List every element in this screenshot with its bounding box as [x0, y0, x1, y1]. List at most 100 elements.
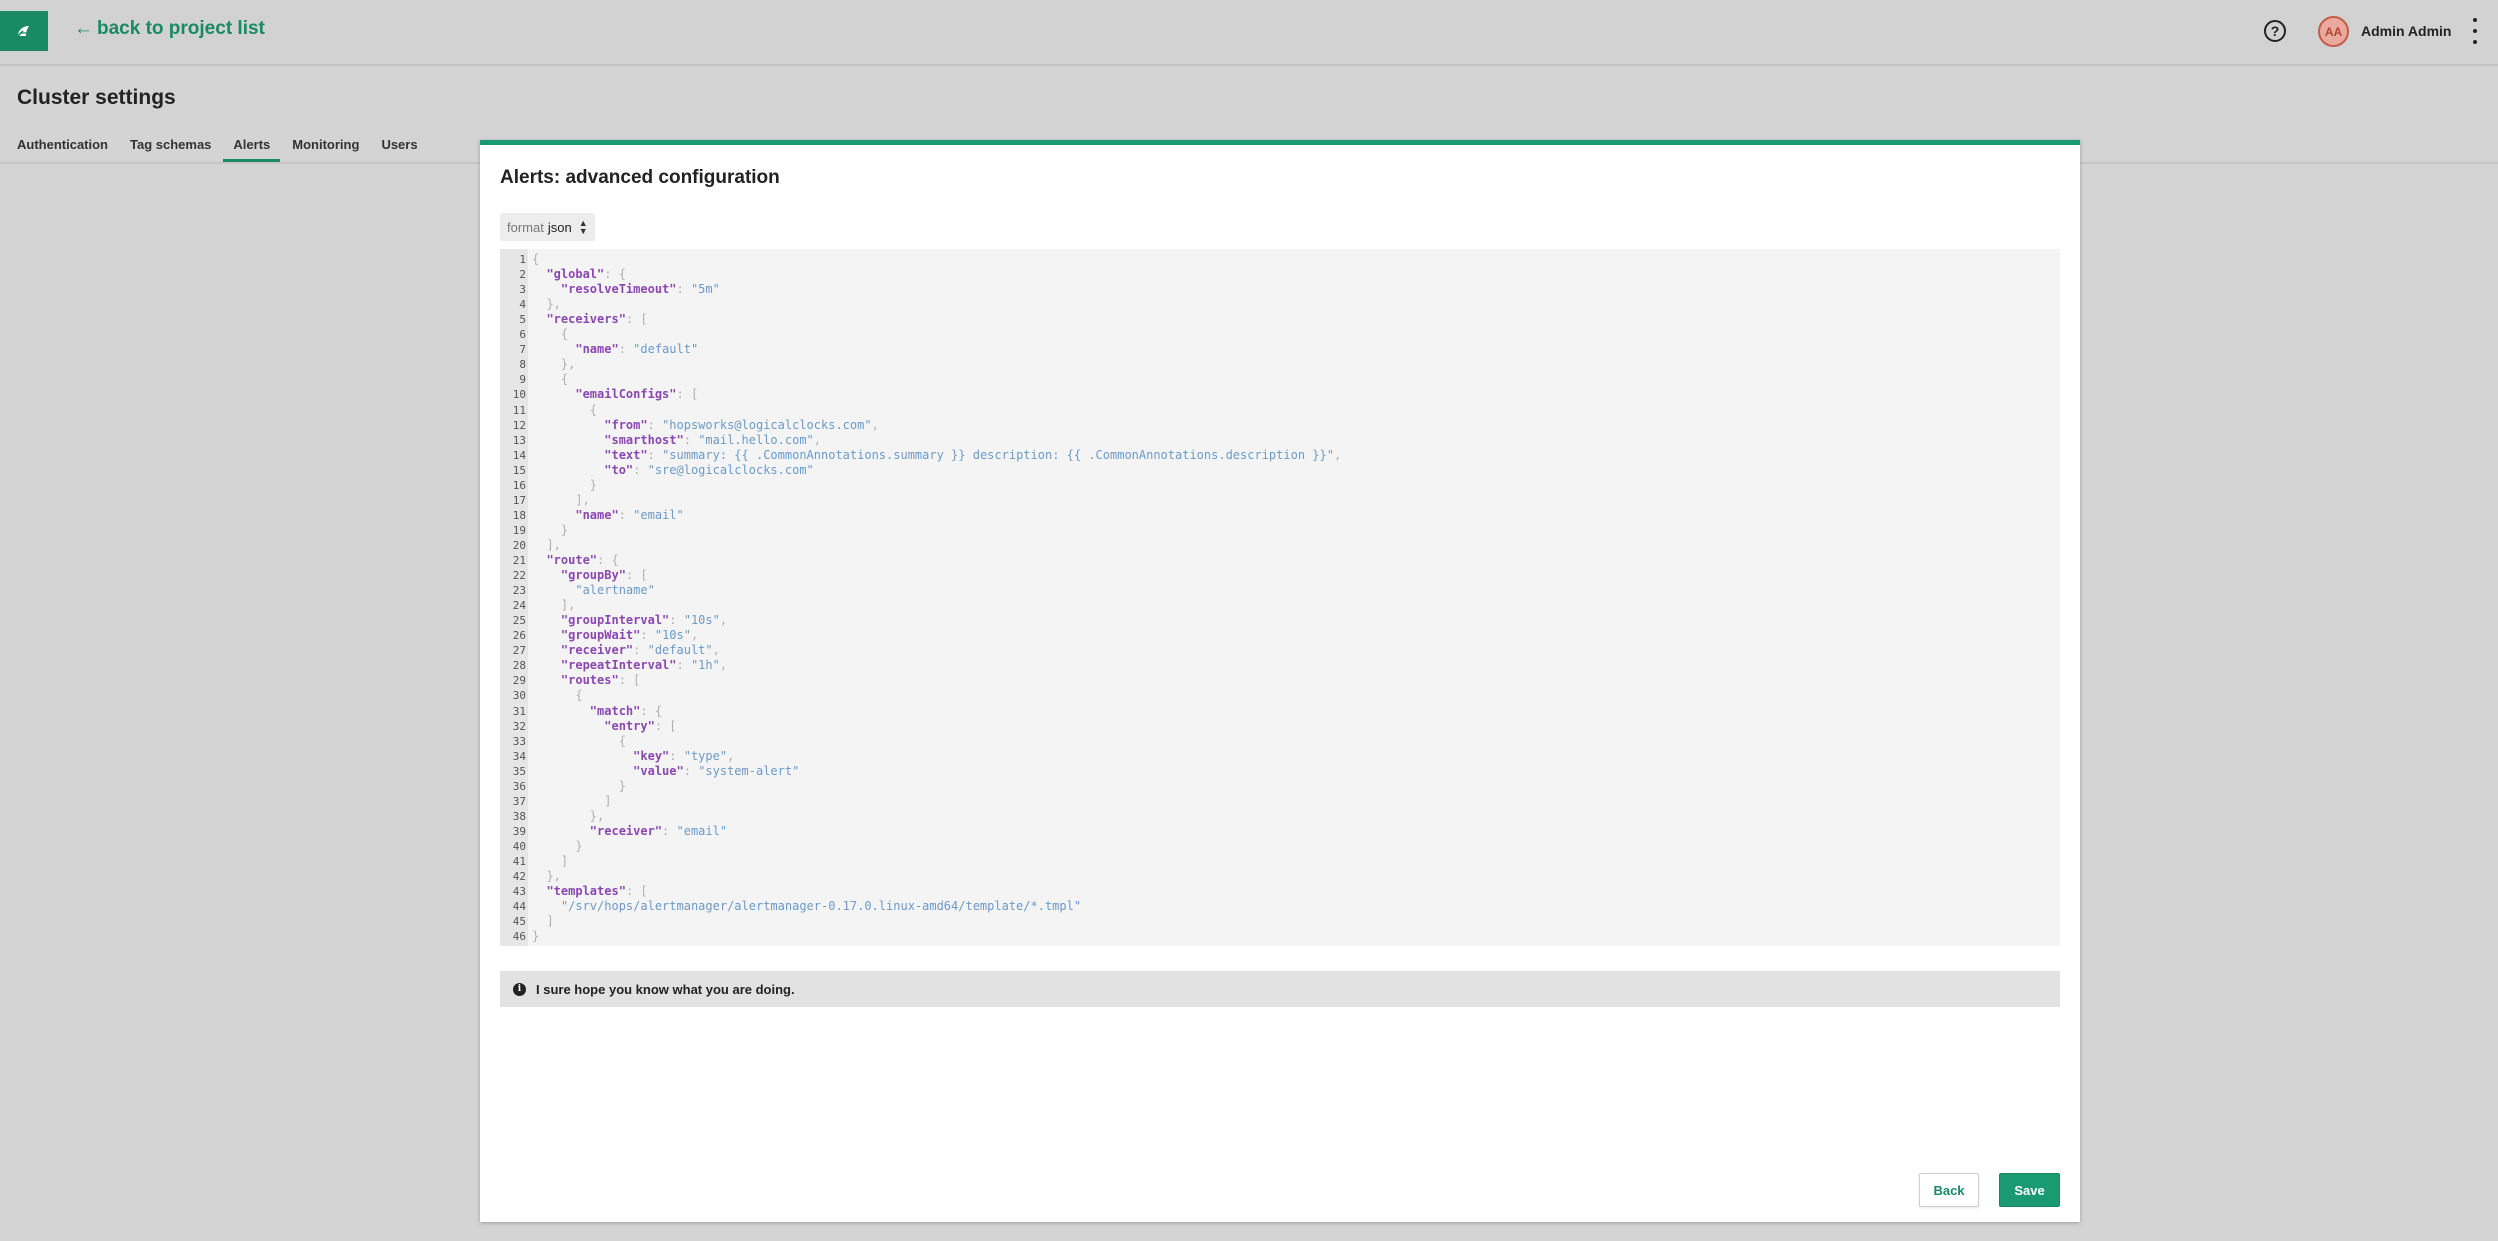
line-code: },	[589, 808, 605, 823]
line-code: "value": "system-alert"	[633, 763, 800, 778]
line-code: }	[532, 929, 540, 944]
line-code: "entry": [	[604, 718, 677, 733]
line-code: "global": {	[546, 267, 626, 282]
code-line: 27 "receiver": "default",	[500, 643, 720, 658]
more-vertical-icon[interactable]	[2472, 18, 2478, 44]
avatar[interactable]: AA	[2318, 16, 2349, 47]
settings-tabs: Authentication Tag schemas Alerts Monito…	[17, 134, 440, 162]
code-line: 26 "groupWait": "10s",	[500, 628, 698, 643]
line-code: ]	[604, 793, 612, 808]
code-line: 12 "from": "hopsworks@logicalclocks.com"…	[500, 418, 879, 433]
line-code: "groupBy": [	[560, 568, 648, 583]
line-code: {	[560, 327, 569, 342]
code-line: 10 "emailConfigs": [	[500, 387, 698, 402]
line-code: "groupWait": "10s",	[560, 628, 699, 643]
code-line: 18 "name": "email"	[500, 508, 684, 523]
line-number: 17	[512, 493, 526, 507]
code-line: 29 "routes": [	[500, 673, 641, 688]
notice-text: I sure hope you know what you are doing.	[536, 981, 795, 997]
code-line: 13 "smarthost": "mail.hello.com",	[500, 433, 821, 448]
line-code: {	[589, 402, 598, 417]
code-line: 37 ]	[500, 794, 612, 809]
code-line: 17 ],	[500, 493, 590, 508]
code-line: 16 }	[500, 478, 597, 493]
line-number: 9	[519, 373, 526, 387]
tab-users[interactable]: Users	[381, 134, 417, 162]
help-icon[interactable]: ?	[2264, 20, 2286, 42]
tab-authentication[interactable]: Authentication	[17, 134, 108, 162]
line-number: 42	[512, 870, 526, 884]
code-line: 32 "entry": [	[500, 719, 677, 734]
code-line: 24 ],	[500, 598, 576, 613]
line-code: {	[532, 252, 540, 266]
line-code: }	[575, 838, 583, 853]
code-line: 28 "repeatInterval": "1h",	[500, 658, 727, 673]
back-to-project-list-link[interactable]: ← back to project list	[74, 18, 265, 40]
code-line: 14 "text": "summary: {{ .CommonAnnotatio…	[500, 448, 1341, 463]
line-number: 38	[512, 809, 526, 823]
tab-monitoring[interactable]: Monitoring	[292, 134, 359, 162]
line-code: }	[618, 778, 626, 793]
line-code: "alertname"	[575, 583, 655, 598]
code-line: 41 ]	[500, 854, 568, 869]
line-number: 12	[512, 418, 526, 432]
line-code: "receiver": "email"	[589, 823, 728, 838]
line-code: "smarthost": "mail.hello.com",	[604, 432, 822, 447]
line-number: 40	[512, 839, 526, 853]
format-value: json	[547, 219, 572, 235]
line-number: 22	[512, 569, 526, 583]
line-code: "route": {	[546, 553, 619, 567]
line-code: "from": "hopsworks@logicalclocks.com",	[604, 417, 879, 432]
line-number: 7	[519, 343, 526, 357]
code-line: 35 "value": "system-alert"	[500, 764, 800, 779]
line-number: 18	[512, 508, 526, 522]
save-button[interactable]: Save	[1999, 1173, 2060, 1207]
tab-tag-schemas[interactable]: Tag schemas	[130, 134, 211, 162]
code-line: 34 "key": "type",	[500, 749, 735, 764]
line-number: 11	[512, 403, 526, 417]
code-line: 1{	[500, 252, 539, 267]
line-number: 6	[519, 328, 526, 342]
line-number: 30	[512, 689, 526, 703]
code-line: 33 {	[500, 734, 626, 749]
line-code: "/srv/hops/alertmanager/alertmanager-0.1…	[560, 899, 1082, 914]
user-name[interactable]: Admin Admin	[2361, 23, 2451, 39]
line-code: "name": "default"	[575, 342, 699, 357]
top-bar: ← back to project list ? AA Admin Admin	[0, 0, 2498, 66]
line-number: 33	[512, 734, 526, 748]
line-number: 36	[512, 779, 526, 793]
line-number: 31	[512, 704, 526, 718]
line-number: 1	[519, 253, 526, 266]
line-number: 23	[512, 584, 526, 598]
code-line: 21 "route": {	[500, 553, 619, 568]
line-code: },	[560, 357, 576, 372]
format-select[interactable]: format json ▲ ▼	[500, 213, 595, 241]
code-line: 42 },	[500, 869, 561, 884]
code-line: 19 }	[500, 523, 568, 538]
line-number: 15	[512, 463, 526, 477]
line-code: "resolveTimeout": "5m"	[560, 282, 720, 297]
line-number: 16	[512, 478, 526, 492]
code-line: 5 "receivers": [	[500, 312, 647, 327]
line-number: 20	[512, 538, 526, 552]
line-code: ]	[560, 854, 569, 868]
code-line: 8 },	[500, 357, 575, 372]
line-number: 26	[512, 629, 526, 643]
code-line: 6 {	[500, 327, 568, 342]
line-code: "name": "email"	[575, 507, 684, 522]
line-number: 39	[512, 824, 526, 838]
tab-alerts[interactable]: Alerts	[223, 134, 281, 162]
json-editor[interactable]: 1{2 "global": {3 "resolveTimeout": "5m" 4…	[500, 249, 2060, 946]
line-code: "groupInterval": "10s",	[560, 613, 728, 628]
line-number: 5	[519, 313, 526, 327]
back-button[interactable]: Back	[1919, 1173, 1979, 1207]
modal-title: Alerts: advanced configuration	[500, 167, 780, 188]
code-line: 22 "groupBy": [	[500, 568, 648, 583]
line-code: },	[546, 869, 561, 884]
line-number: 41	[512, 855, 526, 868]
line-number: 43	[512, 885, 526, 899]
code-line: 39 "receiver": "email"	[500, 824, 727, 839]
line-number: 4	[519, 298, 526, 312]
logo-icon	[16, 26, 29, 38]
app-logo[interactable]	[0, 11, 48, 51]
